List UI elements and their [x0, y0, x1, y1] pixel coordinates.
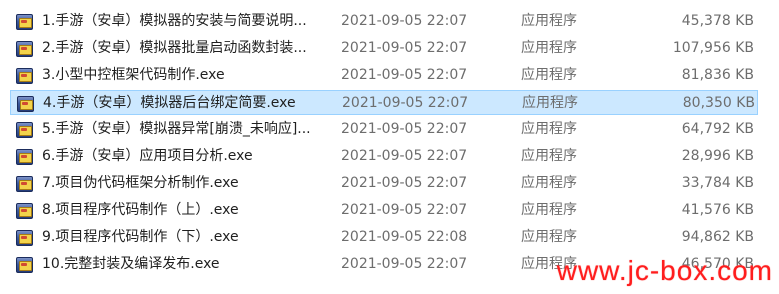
file-size: 81,836 KB	[681, 67, 754, 83]
file-size: 80,350 KB	[682, 95, 755, 111]
file-name: 4.手游（安卓）模拟器后台绑定简要.exe	[43, 95, 296, 111]
file-name: 1.手游（安卓）模拟器的安装与简要说明...	[42, 13, 307, 29]
file-list: 1.手游（安卓）模拟器的安装与简要说明... 2021-09-05 22:07 …	[0, 0, 779, 294]
file-name: 6.手游（安卓）应用项目分析.exe	[42, 148, 253, 164]
file-modified-date: 2021-09-05 22:07	[341, 13, 468, 29]
file-name: 9.项目程序代码制作（下）.exe	[42, 229, 239, 245]
file-modified-date: 2021-09-05 22:07	[341, 256, 468, 272]
file-row[interactable]: 6.手游（安卓）应用项目分析.exe 2021-09-05 22:07 应用程序…	[10, 144, 758, 169]
file-row[interactable]: 2.手游（安卓）模拟器批量启动函数封装... 2021-09-05 22:07 …	[10, 36, 758, 61]
exe-icon	[16, 63, 36, 88]
file-size: 107,956 KB	[672, 40, 754, 56]
exe-icon	[16, 9, 36, 34]
file-name: 2.手游（安卓）模拟器批量启动函数封装...	[42, 40, 307, 56]
file-size: 33,784 KB	[681, 175, 754, 191]
file-size: 41,576 KB	[681, 202, 754, 218]
file-row[interactable]: 1.手游（安卓）模拟器的安装与简要说明... 2021-09-05 22:07 …	[10, 9, 758, 34]
file-size: 45,378 KB	[681, 13, 754, 29]
exe-icon	[16, 225, 36, 250]
file-modified-date: 2021-09-05 22:07	[341, 148, 468, 164]
exe-icon	[17, 91, 37, 116]
file-row[interactable]: 5.手游（安卓）模拟器异常[崩溃_未响应]... 2021-09-05 22:0…	[10, 117, 758, 142]
file-size: 94,862 KB	[681, 229, 754, 245]
exe-icon	[16, 36, 36, 61]
exe-icon	[16, 117, 36, 142]
file-size: 28,996 KB	[681, 148, 754, 164]
exe-icon	[16, 144, 36, 169]
file-name: 5.手游（安卓）模拟器异常[崩溃_未响应]...	[42, 121, 311, 137]
exe-icon	[16, 198, 36, 223]
file-name: 7.项目伪代码框架分析制作.exe	[42, 175, 239, 191]
exe-icon	[16, 252, 36, 277]
file-modified-date: 2021-09-05 22:07	[341, 202, 468, 218]
file-name: 10.完整封装及编译发布.exe	[42, 256, 220, 272]
file-modified-date: 2021-09-05 22:07	[342, 95, 469, 111]
file-name: 8.项目程序代码制作（上）.exe	[42, 202, 239, 218]
file-modified-date: 2021-09-05 22:08	[341, 229, 468, 245]
file-row[interactable]: 3.小型中控框架代码制作.exe 2021-09-05 22:07 应用程序 8…	[10, 63, 758, 88]
file-row[interactable]: 9.项目程序代码制作（下）.exe 2021-09-05 22:08 应用程序 …	[10, 225, 758, 250]
file-modified-date: 2021-09-05 22:07	[341, 40, 468, 56]
file-row[interactable]: 8.项目程序代码制作（上）.exe 2021-09-05 22:07 应用程序 …	[10, 198, 758, 223]
watermark-text: www.jc-box.com	[556, 255, 773, 286]
file-row-selected[interactable]: 4.手游（安卓）模拟器后台绑定简要.exe 2021-09-05 22:07 应…	[10, 90, 758, 115]
exe-icon	[16, 171, 36, 196]
file-modified-date: 2021-09-05 22:07	[341, 67, 468, 83]
file-size: 64,792 KB	[681, 121, 754, 137]
file-row[interactable]: 7.项目伪代码框架分析制作.exe 2021-09-05 22:07 应用程序 …	[10, 171, 758, 196]
file-modified-date: 2021-09-05 22:07	[341, 175, 468, 191]
file-modified-date: 2021-09-05 22:07	[341, 121, 468, 137]
file-name: 3.小型中控框架代码制作.exe	[42, 67, 225, 83]
